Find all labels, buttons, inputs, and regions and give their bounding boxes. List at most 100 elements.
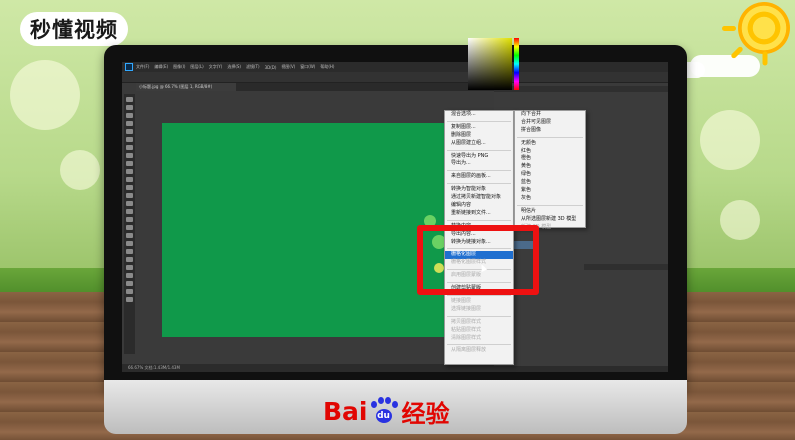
tool-icon[interactable] <box>126 161 133 166</box>
context-submenu-item[interactable]: 从所选图层新建 3D 模型 <box>515 216 585 224</box>
menu-separator <box>447 183 511 185</box>
sun-ray <box>762 51 768 66</box>
context-menu-item: 选择链接图层 <box>451 305 482 312</box>
context-submenu-item[interactable]: 向下合并 <box>515 111 585 119</box>
sun-ray <box>722 26 736 31</box>
context-submenu-item[interactable]: 灰色 <box>515 195 585 203</box>
watermark-logo: 秒懂视频 <box>20 12 128 46</box>
context-menu-item[interactable]: 复制图层... <box>445 124 513 132</box>
tool-icon[interactable] <box>126 233 133 238</box>
tool-icon[interactable] <box>126 153 133 158</box>
context-menu-item: 清除图层样式 <box>451 334 482 341</box>
menu-separator <box>447 120 511 122</box>
context-menu-item[interactable]: 混合选项... <box>445 111 513 119</box>
options-bar <box>122 72 668 83</box>
tool-icon[interactable] <box>126 97 133 102</box>
menu-separator <box>447 315 511 317</box>
context-menu-item[interactable]: 删除图层 <box>445 132 513 140</box>
menu-4[interactable]: 文字(Y) <box>209 64 223 70</box>
document-tab-bar: 小标题.jpg @ 66.7% (图层 1, RGB/8#) <box>136 83 496 91</box>
context-menu-item[interactable]: 转换为智能对象 <box>445 186 513 194</box>
menu-separator <box>447 149 511 151</box>
menu-separator <box>517 204 583 206</box>
menu-5[interactable]: 选择(S) <box>227 64 241 70</box>
panel-header <box>494 86 668 92</box>
context-submenu-item[interactable]: 明信片 <box>515 208 585 216</box>
color-picker-field[interactable] <box>468 38 512 90</box>
context-menu-item: 链接图层 <box>451 298 472 305</box>
menu-7[interactable]: 3D(D) <box>265 65 277 70</box>
tool-icon[interactable] <box>126 241 133 246</box>
tool-icon[interactable] <box>126 137 133 142</box>
tool-icon[interactable] <box>126 281 133 286</box>
menu-separator <box>447 219 511 221</box>
context-menu-item: 拷贝图层样式 <box>451 318 482 325</box>
bokeh-light <box>700 110 760 170</box>
context-menu-item: 从隔离图层释放 <box>451 347 487 354</box>
baidu-text-bai: Bai <box>323 396 368 426</box>
context-submenu-item[interactable]: 无颜色 <box>515 140 585 148</box>
menu-3[interactable]: 图层(L) <box>190 64 203 70</box>
layer-context-submenu: 向下合并 合并可见图层 拼合图像 无颜色 红色 橙色 黄色 绿色 蓝色 紫色 灰色 明信片 从所选图层新… <box>514 110 586 230</box>
menu-10[interactable]: 帮助(H) <box>320 64 334 70</box>
context-submenu-item[interactable]: 绿色 <box>515 171 585 179</box>
tool-icon[interactable] <box>126 185 133 190</box>
context-submenu-item[interactable]: 紫色 <box>515 187 585 195</box>
bokeh-light <box>60 150 100 190</box>
tools-panel <box>124 94 135 354</box>
tool-icon[interactable] <box>126 193 133 198</box>
tool-icon[interactable] <box>126 145 133 150</box>
sun-icon <box>738 2 790 54</box>
hue-slider[interactable] <box>514 38 519 90</box>
menu-separator <box>447 344 511 346</box>
tool-icon[interactable] <box>126 257 133 262</box>
tool-icon[interactable] <box>126 169 133 174</box>
layers-panel-header <box>584 264 668 270</box>
context-menu-item[interactable]: 通过拷贝新建智能对象 <box>445 194 513 202</box>
photoshop-app-icon <box>125 63 133 71</box>
context-submenu-item[interactable]: 合并可见图层 <box>515 119 585 127</box>
baidu-jingyan-logo: Bai du 经验 <box>323 395 450 428</box>
tool-icon[interactable] <box>126 129 133 134</box>
menu-9[interactable]: 窗口(W) <box>300 64 315 70</box>
menu-0[interactable]: 文件(F) <box>136 64 149 70</box>
tool-icon[interactable] <box>126 121 133 126</box>
tool-icon[interactable] <box>126 297 133 302</box>
baidu-text-du: du <box>377 411 390 421</box>
tutorial-highlight-box <box>417 225 539 295</box>
tool-icon[interactable] <box>126 273 133 278</box>
context-menu-item: 粘贴图层样式 <box>451 326 482 333</box>
tool-icon[interactable] <box>126 201 133 206</box>
context-menu-item[interactable]: 导出为... <box>445 160 513 168</box>
menu-1[interactable]: 编辑(E) <box>154 64 168 70</box>
context-menu-item[interactable]: 编辑内容 <box>445 202 513 210</box>
baidu-paw-icon: du <box>369 397 399 425</box>
document-tab[interactable]: 小标题.jpg @ 66.7% (图层 1, RGB/8#) <box>136 83 236 91</box>
bokeh-light <box>720 200 760 240</box>
menu-bar: 文件(F) 编辑(E) 图像(I) 图层(L) 文字(Y) 选择(S) 滤镜(T) 3D(D)… <box>122 62 668 72</box>
context-submenu-item[interactable]: 蓝色 <box>515 179 585 187</box>
tool-icon[interactable] <box>126 113 133 118</box>
tool-icon[interactable] <box>126 105 133 110</box>
bokeh-light <box>10 60 80 130</box>
tool-icon[interactable] <box>126 209 133 214</box>
menu-separator <box>447 295 511 297</box>
tool-icon[interactable] <box>126 217 133 222</box>
context-menu-item[interactable]: 重新链接到文件... <box>445 210 513 218</box>
baidu-text-jingyan: 经验 <box>401 399 450 428</box>
tool-icon[interactable] <box>126 265 133 270</box>
context-submenu-item[interactable]: 拼合图像 <box>515 127 585 135</box>
watermark-text: 秒懂视频 <box>30 18 118 42</box>
tool-icon[interactable] <box>126 249 133 254</box>
menu-8[interactable]: 视图(V) <box>281 64 295 70</box>
context-menu-item[interactable]: 来自图层的画板... <box>445 173 513 181</box>
menu-2[interactable]: 图像(I) <box>173 64 185 70</box>
menu-6[interactable]: 滤镜(T) <box>246 64 260 70</box>
tool-icon[interactable] <box>126 177 133 182</box>
context-menu-item[interactable]: 从图层建立组... <box>445 140 513 148</box>
menu-separator <box>517 136 583 138</box>
tool-icon[interactable] <box>126 225 133 230</box>
tool-icon[interactable] <box>126 289 133 294</box>
photoshop-window: 文件(F) 编辑(E) 图像(I) 图层(L) 文字(Y) 选择(S) 滤镜(T) 3D(D)… <box>122 62 668 372</box>
menu-separator <box>447 170 511 172</box>
